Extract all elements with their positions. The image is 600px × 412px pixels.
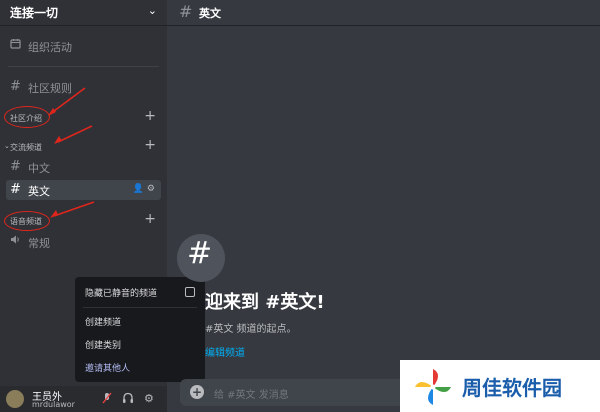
add-member-icon[interactable]: 👤 (133, 184, 144, 194)
add-channel-icon[interactable]: + (144, 108, 156, 124)
menu-item-hide-muted[interactable]: 隐藏已静音的频道 (85, 286, 157, 299)
chevron-down-icon[interactable]: ⌄ (148, 4, 157, 17)
avatar[interactable] (6, 390, 24, 408)
channel-hash-icon: # (177, 234, 225, 282)
edit-channel-link[interactable]: 编辑频道 (205, 344, 245, 359)
calendar-icon (10, 38, 21, 53)
channel-label: 中文 (28, 162, 50, 175)
channel-header: # 英文 (167, 0, 600, 26)
chevron-down-icon: ⌄ (4, 142, 10, 150)
annotation-arrow-icon (50, 201, 95, 218)
hide-muted-checkbox[interactable] (185, 287, 195, 297)
hash-icon: # (10, 79, 21, 94)
watermark-text: 周佳软件园 (462, 376, 562, 400)
add-channel-icon[interactable]: + (144, 137, 156, 153)
mute-microphone-icon[interactable] (102, 392, 112, 407)
speaker-icon (10, 234, 21, 249)
gear-icon[interactable]: ⚙ (147, 184, 155, 194)
menu-item-invite-people[interactable]: 邀请其他人 (85, 361, 130, 374)
welcome-subtitle: #英文 频道的起点。 (205, 324, 297, 335)
user-panel: 王员外 mrdulawor ⚙ (0, 386, 167, 412)
voice-channel-general[interactable]: 常规 (6, 232, 161, 252)
hash-icon: # (10, 159, 21, 174)
headphones-icon[interactable] (122, 392, 134, 407)
divider (8, 66, 159, 67)
channel-chinese[interactable]: # 中文 (6, 157, 161, 177)
message-placeholder: 给 #英文 发消息 (214, 390, 289, 401)
menu-divider (83, 307, 197, 308)
pinwheel-logo-icon (415, 369, 451, 405)
hash-icon: # (10, 182, 21, 197)
channel-actions: 👤 ⚙ (133, 184, 155, 194)
sidebar-item-events[interactable]: 组织活动 (6, 36, 161, 56)
category-label: 交流频道 (10, 143, 42, 152)
menu-item-create-category[interactable]: 创建类别 (85, 338, 121, 351)
add-attachment-icon[interactable]: + (190, 385, 204, 399)
menu-item-create-channel[interactable]: 创建频道 (85, 315, 121, 328)
watermark: 周佳软件园 (400, 360, 600, 412)
message-input[interactable]: + 给 #英文 发消息 (180, 379, 420, 406)
welcome-title: 迎来到 #英文! (205, 292, 325, 313)
channel-title: 英文 (199, 7, 221, 20)
gear-icon[interactable]: ⚙ (144, 392, 154, 405)
channel-label: 常规 (28, 237, 50, 250)
sidebar-item-label: 组织活动 (28, 41, 72, 54)
hash-icon: # (179, 2, 193, 21)
annotation-arrows-icon (48, 87, 93, 144)
context-menu: 隐藏已静音的频道 创建频道 创建类别 邀请其他人 (75, 277, 205, 382)
server-header[interactable]: 连接一切 ⌄ (0, 0, 167, 26)
server-name: 连接一切 (10, 6, 59, 20)
add-channel-icon[interactable]: + (144, 211, 156, 227)
user-tag: mrdulawor (32, 400, 75, 409)
